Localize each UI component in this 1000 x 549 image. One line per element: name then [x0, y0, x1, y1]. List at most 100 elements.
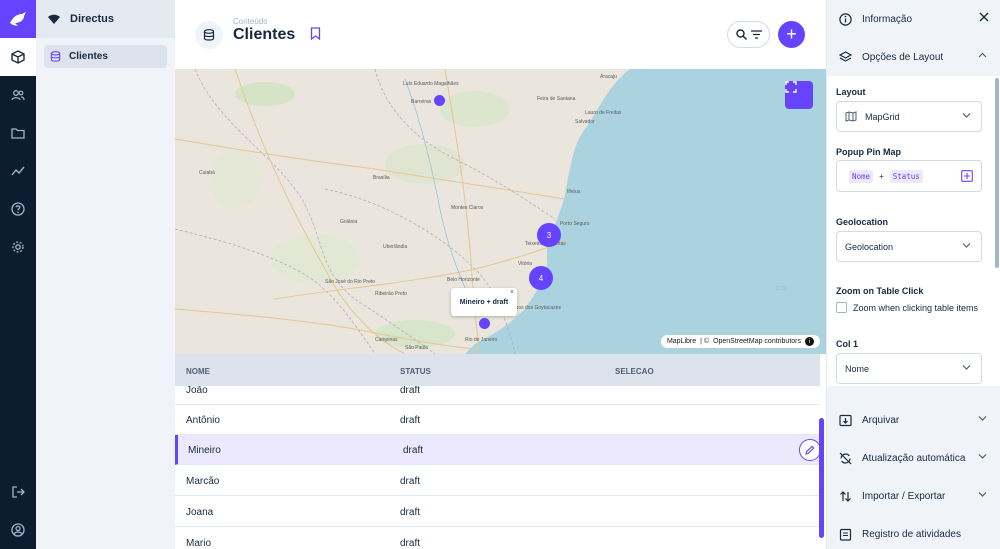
sidebar-info-header[interactable]: Informação [827, 0, 1000, 38]
fullscreen-icon [785, 81, 797, 93]
map-label: Cuiabá [199, 170, 215, 176]
cell-status: draft [400, 386, 421, 396]
map-label: São Paulo [405, 345, 429, 351]
project-header[interactable]: Directus [36, 0, 175, 38]
attribution-maplibre-link[interactable]: MapLibre [667, 338, 696, 345]
table-row[interactable]: Antônio draft [175, 405, 820, 435]
attribution-osm-link[interactable]: OpenStreetMap contributors [713, 338, 801, 345]
sidebar-import-export-header[interactable]: Importar / Exportar [827, 477, 1000, 515]
layout-field-label: Layout [836, 87, 866, 97]
geolocation-select-value: Geolocation [845, 241, 894, 252]
info-icon [839, 12, 852, 26]
map-label: Ribeirão Preto [375, 291, 407, 297]
popup-close-button[interactable]: × [510, 289, 514, 296]
files-module-icon[interactable] [0, 114, 36, 152]
cell-nome: Antônio [186, 415, 220, 426]
map-label: Feira de Santana [537, 96, 576, 102]
sidebar-layout-options-header[interactable]: Opções de Layout [827, 38, 1000, 76]
table-row-selected[interactable]: Mineiro draft [175, 435, 820, 465]
map-label: Rio de Janeiro [465, 337, 498, 343]
table-scrollbar[interactable] [819, 418, 824, 538]
map-pin[interactable] [479, 318, 490, 329]
zoom-checkbox[interactable] [836, 302, 847, 313]
popup-pin-map-label: Popup Pin Map [836, 147, 901, 157]
cell-status: draft [400, 538, 421, 549]
import-export-label: Importar / Exportar [862, 490, 946, 502]
table-row[interactable]: Joana draft [175, 497, 820, 527]
map-cluster[interactable]: 4 [529, 266, 553, 290]
cell-nome: Mario [186, 538, 212, 549]
table-row[interactable]: Mario draft [175, 528, 820, 549]
col1-select[interactable]: Nome [836, 353, 982, 384]
popup-text: Mineiro + draft [459, 298, 509, 306]
wifi-icon [48, 14, 60, 24]
geolocation-select[interactable]: Geolocation [836, 231, 982, 262]
chevron-down-icon [978, 454, 987, 459]
column-header-nome[interactable]: NOME [186, 367, 210, 376]
users-module-icon[interactable] [0, 76, 36, 114]
search-filter-box[interactable] [727, 21, 770, 48]
sidebar-lower-sections: Arquivar Atualização automática Importar… [827, 401, 1000, 549]
layout-select-value: MapGrid [865, 111, 900, 122]
sync-disabled-icon [839, 452, 852, 464]
zoom-checkbox-label: Zoom when clicking table items [853, 302, 979, 313]
fullscreen-button[interactable] [785, 81, 813, 109]
bookmark-icon[interactable] [310, 27, 321, 45]
sidebar-archive-header[interactable]: Arquivar [827, 401, 1000, 439]
cell-status: draft [400, 415, 421, 426]
map-cluster[interactable]: 3 [537, 223, 561, 247]
pencil-icon [805, 445, 815, 455]
map-view[interactable]: Luís Eduardo Magalhães Barreiras Feira d… [175, 69, 826, 354]
right-sidebar: Informação Opções de Layout Layout MapGr… [826, 0, 1000, 549]
directus-logo[interactable] [0, 0, 36, 38]
create-item-button[interactable]: + [778, 21, 805, 48]
zoom-checkbox-row[interactable]: Zoom when clicking table items [836, 302, 978, 313]
project-name: Directus [70, 13, 115, 25]
column-header-status[interactable]: STATUS [400, 367, 431, 376]
breadcrumb[interactable]: Conteúdo [233, 17, 268, 26]
help-module-icon[interactable] [0, 190, 36, 228]
logout-icon[interactable] [0, 473, 36, 511]
table-row[interactable]: João draft [175, 386, 820, 405]
attribution-separator: | © [700, 338, 710, 345]
map-label: Aracaju [600, 74, 617, 80]
layout-select[interactable]: MapGrid [836, 101, 982, 132]
map-label: Salvador [575, 119, 595, 125]
cell-nome: Marcão [186, 476, 220, 487]
map-label: São José do Rio Preto [325, 279, 376, 285]
popup-template-input[interactable]: Nome + Status [836, 160, 982, 192]
map-label: Uberlândia [383, 244, 408, 250]
map-compass-icon[interactable]: ○○ [775, 283, 787, 294]
chevron-down-icon [962, 365, 971, 370]
col1-label: Col 1 [836, 339, 859, 349]
edit-row-button[interactable] [799, 439, 820, 461]
nav-item-label: Clientes [69, 51, 108, 62]
table-row[interactable]: Marcão draft [175, 466, 820, 496]
attribution-info-icon[interactable]: i [805, 337, 814, 346]
user-avatar-icon[interactable] [0, 511, 36, 549]
sidebar-info-label: Informação [862, 13, 913, 25]
filter-icon[interactable] [750, 30, 762, 39]
map-label: Ilhéus [567, 189, 581, 195]
chevron-down-icon [962, 113, 971, 118]
sidebar-scrollbar[interactable] [995, 78, 999, 268]
sidebar-activity-header[interactable]: Registro de atividades [827, 515, 1000, 549]
template-field-chip: Status [889, 169, 923, 183]
content-module-icon[interactable] [0, 38, 36, 76]
column-header-selecao[interactable]: SELECAO [615, 367, 654, 376]
map-pin[interactable] [434, 95, 445, 106]
insights-module-icon[interactable] [0, 152, 36, 190]
close-icon[interactable] [979, 12, 989, 22]
geolocation-label: Geolocation [836, 217, 889, 227]
add-field-icon[interactable] [961, 170, 973, 182]
settings-module-icon[interactable] [0, 228, 36, 266]
map-icon [845, 111, 857, 122]
nav-item-clientes[interactable]: Clientes [44, 45, 167, 68]
layers-icon [839, 50, 852, 62]
import-export-icon [840, 490, 851, 502]
map-label: Lauro de Freitas [585, 110, 622, 116]
collection-database-icon [195, 21, 223, 49]
cell-nome: Joana [186, 507, 214, 518]
sidebar-auto-refresh-header[interactable]: Atualização automática [827, 439, 1000, 477]
search-icon[interactable] [735, 29, 747, 40]
